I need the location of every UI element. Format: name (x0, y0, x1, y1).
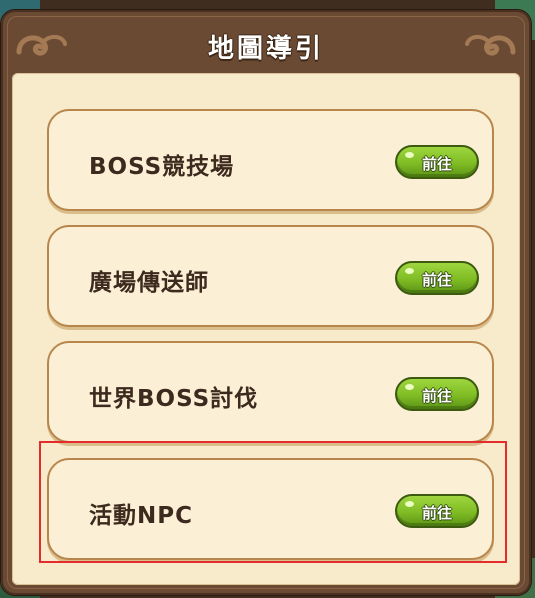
go-button[interactable]: 前往 (395, 145, 479, 179)
options-panel: BOSS競技場 前往 廣場傳送師 前往 世界BOSS討伐 前往 活動NPC 前往 (12, 73, 520, 585)
go-button-label: 前往 (421, 387, 452, 405)
go-button[interactable]: 前往 (395, 261, 479, 295)
map-guide-dialog: 地圖導引 BOSS競技場 前往 廣場傳送師 前往 世界BOSS討伐 前往 活動N… (1, 10, 531, 595)
option-label: 世界BOSS討伐 (89, 386, 259, 412)
option-label: BOSS競技場 (89, 154, 235, 180)
option-card-plaza-teleporter: 廣場傳送師 前往 (47, 225, 494, 327)
option-label: 活動NPC (89, 503, 193, 529)
go-button-label: 前往 (421, 155, 452, 173)
dialog-title: 地圖導引 (207, 34, 324, 64)
go-button-label: 前往 (421, 271, 452, 289)
option-label: 廣場傳送師 (89, 270, 209, 296)
swirl-ornament-icon (465, 35, 516, 56)
go-button-label: 前往 (421, 504, 452, 522)
go-button[interactable]: 前往 (395, 377, 479, 411)
go-button[interactable]: 前往 (395, 494, 479, 528)
option-card-event-npc: 活動NPC 前往 (47, 458, 494, 560)
option-card-world-boss: 世界BOSS討伐 前往 (47, 341, 494, 443)
option-card-boss-arena: BOSS競技場 前往 (47, 109, 494, 211)
